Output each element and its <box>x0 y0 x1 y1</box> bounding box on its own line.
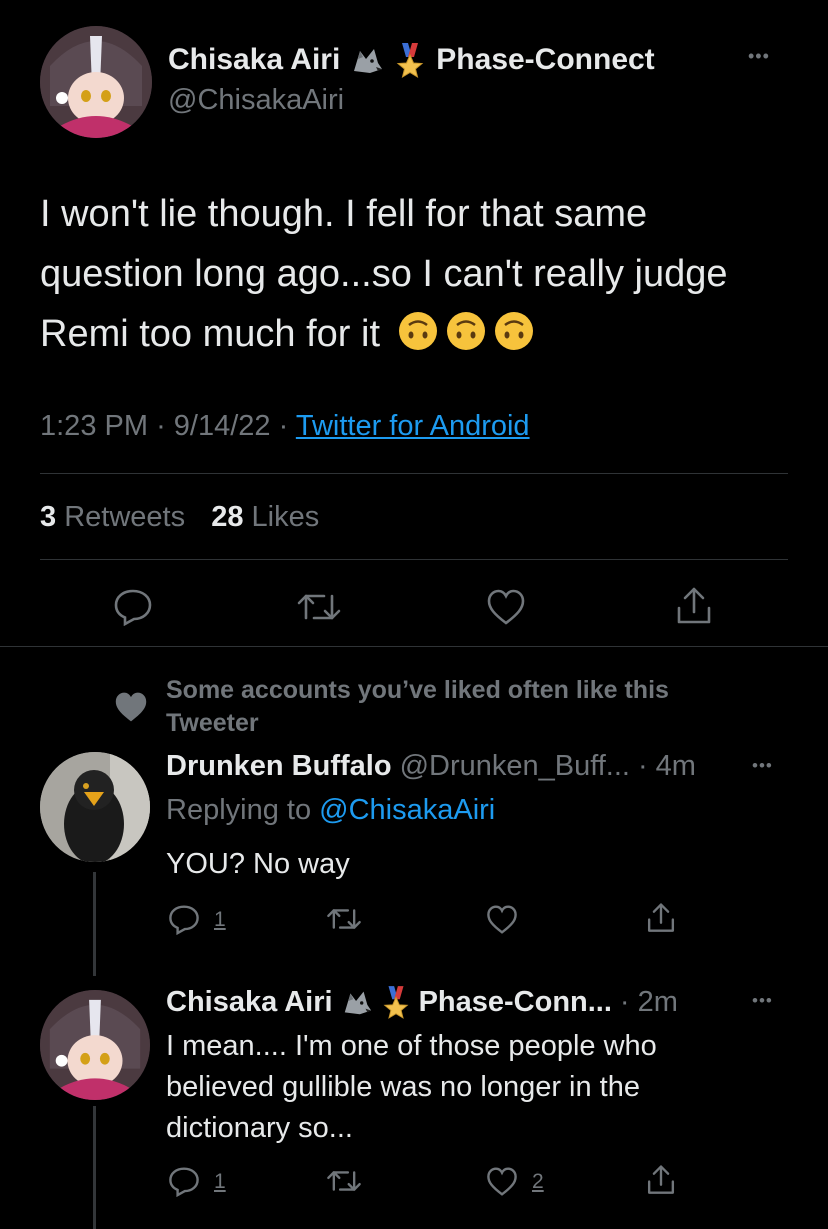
like-count: 2 <box>532 1169 544 1193</box>
divider <box>40 559 788 560</box>
meta-separator: · <box>278 410 289 442</box>
thread-line <box>93 1106 96 1229</box>
military-medal-icon <box>381 984 411 1020</box>
reply-author-name[interactable]: Drunken Buffalo <box>166 750 392 783</box>
retweet-icon[interactable] <box>296 588 342 626</box>
share-icon[interactable] <box>675 586 713 626</box>
tweet-source-link[interactable]: Twitter for Android <box>296 410 530 442</box>
reply-time[interactable]: 4m <box>656 750 696 783</box>
meta-separator: · <box>619 985 630 1018</box>
author-badge-text: Phase-Conn... <box>418 985 612 1018</box>
reply-count: 1 <box>214 1169 226 1193</box>
retweet-label[interactable]: Retweets <box>64 501 185 533</box>
author-avatar[interactable] <box>40 26 152 138</box>
tweet-text: I won't lie though. I fell for that same… <box>40 184 790 364</box>
author-handle[interactable]: @ChisakaAiri <box>168 84 344 117</box>
like-icon[interactable] <box>486 904 518 935</box>
reply-icon[interactable] <box>113 588 153 626</box>
divider <box>0 646 828 647</box>
divider <box>40 473 788 474</box>
reply-icon[interactable]: 1 <box>168 1166 226 1197</box>
reply-count: 1 <box>214 907 226 931</box>
reply-author-name[interactable]: Chisaka Airi <box>166 986 333 1019</box>
upside-down-face-icon <box>493 310 535 352</box>
reply-author-handle[interactable]: @Drunken_Buff... <box>400 750 630 783</box>
reply-text: I mean.... I'm one of those people who b… <box>166 1030 657 1144</box>
tweet-date: 9/14/22 <box>173 410 271 442</box>
upside-down-face-icon <box>397 310 439 352</box>
like-icon[interactable]: 2 <box>486 1166 544 1197</box>
tweet-stats: 3 Retweets 28 Likes <box>40 501 319 534</box>
tweet-meta: 1:23 PM · 9/14/22 · Twitter for Android <box>40 410 530 443</box>
share-icon[interactable] <box>646 902 676 934</box>
social-context-text: Some accounts you’ve liked often like th… <box>166 676 669 737</box>
share-icon[interactable] <box>646 1164 676 1196</box>
reply-author-avatar[interactable] <box>40 990 150 1100</box>
like-label[interactable]: Likes <box>252 501 320 533</box>
tweet-text-content: I won't lie though. I fell for that same… <box>40 193 728 355</box>
more-options-icon[interactable]: ••• <box>752 991 773 1011</box>
reply-time[interactable]: 2m <box>638 986 678 1019</box>
reply-icon[interactable]: 1 <box>168 904 226 935</box>
like-count[interactable]: 28 <box>211 501 243 533</box>
author-badge-text: Phase-Connect <box>436 43 655 76</box>
wolf-emoji-icon <box>341 986 373 1018</box>
military-medal-icon <box>394 41 426 79</box>
reply-text: YOU? No way <box>166 848 350 880</box>
replying-to-handle[interactable]: @ChisakaAiri <box>319 794 495 826</box>
reply-author-avatar[interactable] <box>40 752 150 862</box>
meta-separator: · <box>637 749 648 782</box>
retweet-count[interactable]: 3 <box>40 501 56 533</box>
more-options-icon[interactable]: ••• <box>748 46 770 67</box>
wolf-emoji-icon <box>350 43 384 77</box>
like-icon[interactable] <box>486 588 526 626</box>
upside-down-face-icon <box>445 310 487 352</box>
tweet-time: 1:23 PM <box>40 410 148 442</box>
retweet-icon[interactable] <box>326 1166 362 1196</box>
meta-separator: · <box>156 410 166 442</box>
author-name[interactable]: Chisaka Airi <box>168 43 340 77</box>
thread-line <box>93 872 96 976</box>
replying-to-label: Replying to <box>166 794 312 826</box>
more-options-icon[interactable]: ••• <box>752 756 773 776</box>
retweet-icon[interactable] <box>326 904 362 934</box>
heart-icon <box>112 690 150 724</box>
